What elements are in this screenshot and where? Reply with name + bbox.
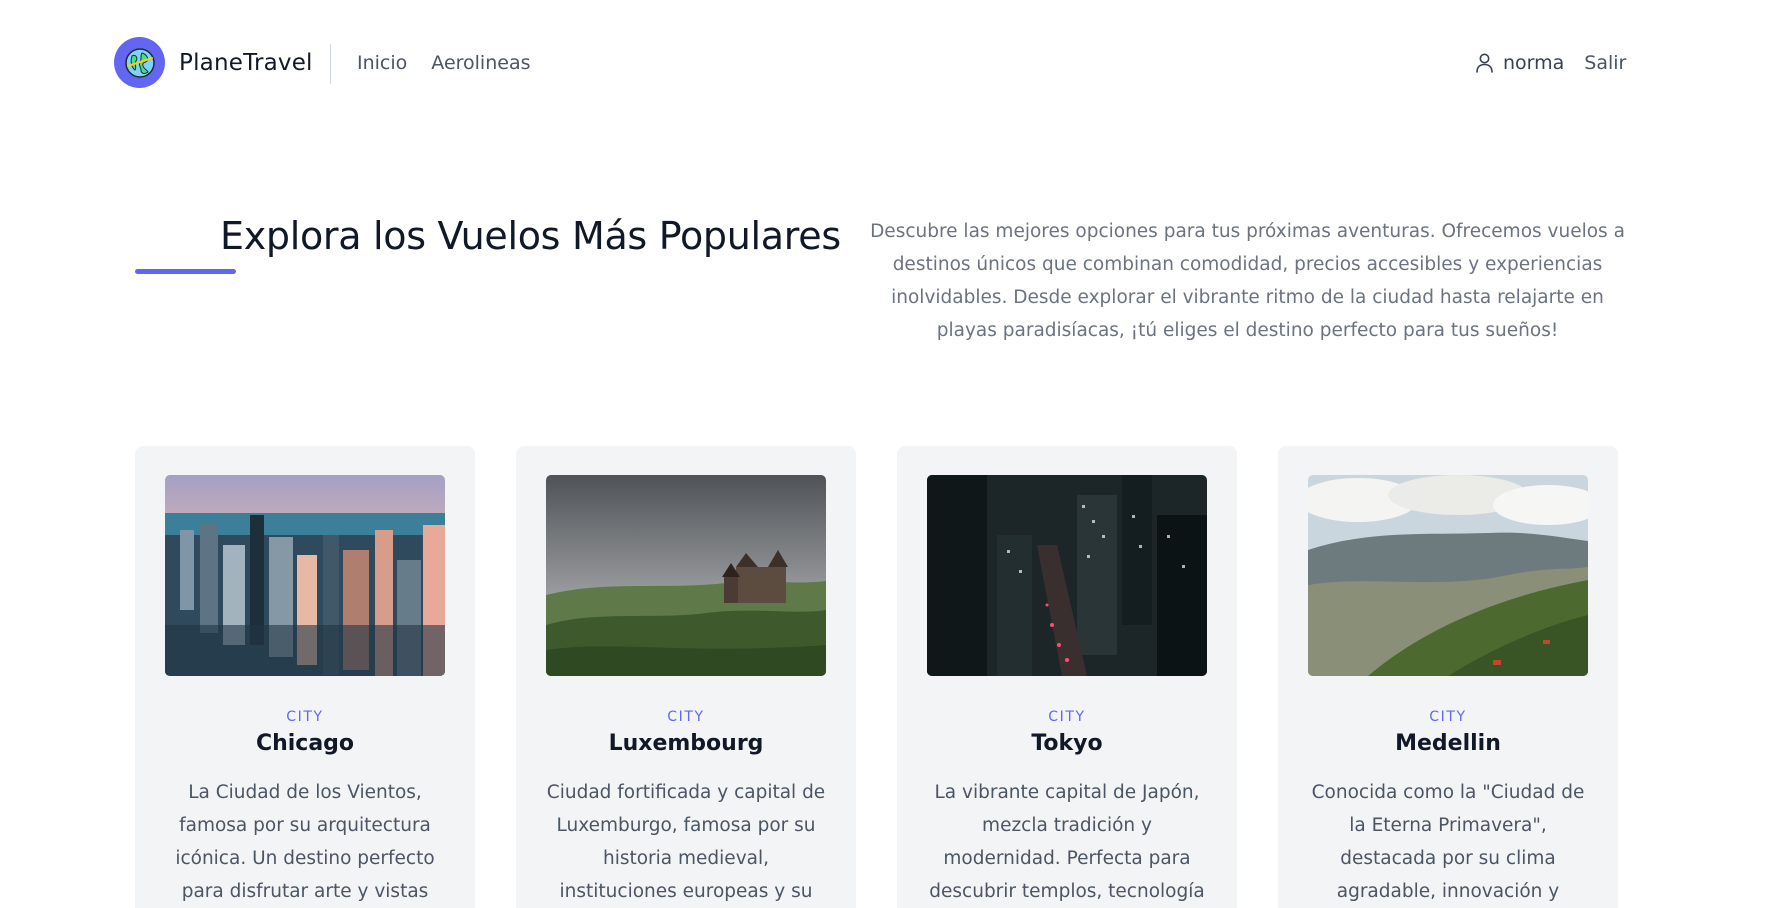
destination-card-chicago[interactable]: CITY Chicago La Ciudad de los Vientos, f… (135, 446, 475, 908)
tokyo-image (927, 475, 1207, 676)
logout-link[interactable]: Salir (1584, 52, 1626, 74)
globe-logo-icon (114, 37, 165, 88)
card-tag: CITY (667, 709, 705, 725)
user-area: norma Salir (1476, 52, 1792, 74)
destination-card-luxembourg[interactable]: CITY Luxembourg Ciudad fortificada y cap… (516, 446, 856, 908)
nav-item-inicio[interactable]: Inicio (357, 52, 407, 74)
card-description: La Ciudad de los Vientos, famosa por su … (175, 782, 435, 902)
main-nav: Inicio Aerolineas (357, 52, 530, 74)
chicago-image (165, 475, 445, 676)
hero-description: Descubre las mejores opciones para tus p… (870, 221, 1625, 341)
card-description: La vibrante capital de Japón, mezcla tra… (929, 782, 1205, 902)
user-icon (1476, 53, 1493, 73)
card-tag: CITY (1048, 709, 1086, 725)
site-header: PlaneTravel Inicio Aerolineas norma Sali… (0, 0, 1792, 130)
page-title: Explora los Vuelos Más Populares (220, 214, 841, 258)
destination-card-medellin[interactable]: CITY Medellin Conocida como la "Ciudad d… (1278, 446, 1618, 908)
card-title: Tokyo (1031, 731, 1103, 756)
destination-cards: CITY Chicago La Ciudad de los Vientos, f… (135, 446, 1618, 908)
brand-name: PlaneTravel (179, 49, 313, 76)
luxembourg-image (546, 475, 826, 676)
nav-item-aerolineas[interactable]: Aerolineas (431, 52, 530, 74)
card-tag: CITY (1429, 709, 1467, 725)
username: norma (1503, 52, 1565, 74)
header-divider (330, 44, 331, 84)
brand[interactable]: PlaneTravel (114, 37, 313, 88)
destination-card-tokyo[interactable]: CITY Tokyo La vibrante capital de Japón,… (897, 446, 1237, 908)
user-profile-link[interactable]: norma (1476, 52, 1564, 74)
card-title: Luxembourg (608, 731, 764, 756)
medellin-image (1308, 475, 1588, 676)
card-title: Medellin (1395, 731, 1501, 756)
card-description: Conocida como la "Ciudad de la Eterna Pr… (1311, 782, 1585, 902)
card-description: Ciudad fortificada y capital de Luxembur… (546, 782, 826, 902)
card-title: Chicago (255, 731, 355, 756)
card-tag: CITY (286, 709, 324, 725)
title-underline (135, 269, 236, 274)
